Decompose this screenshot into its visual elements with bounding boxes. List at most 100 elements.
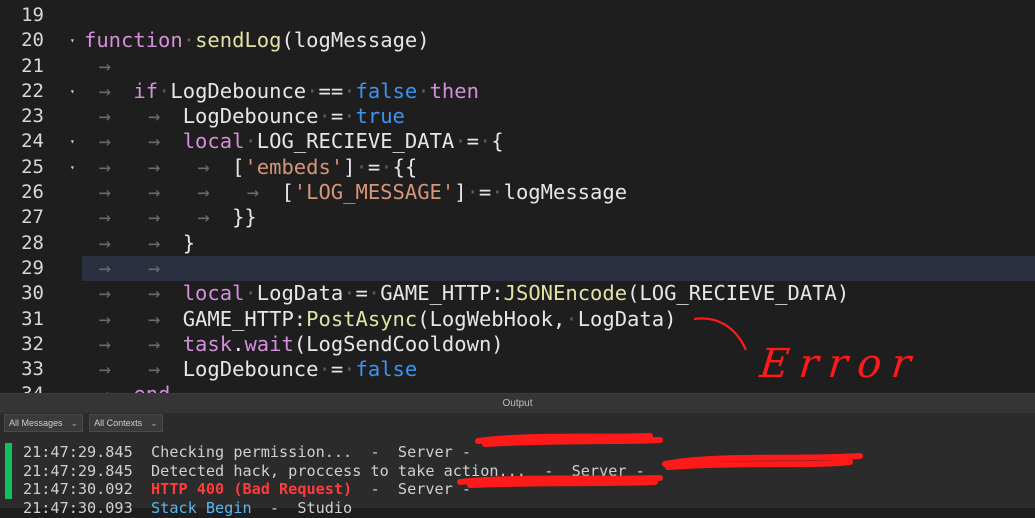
code-line[interactable]: 20 ▾ function·sendLog(logMessage) bbox=[0, 28, 1035, 53]
code-token: wait bbox=[244, 331, 294, 356]
code-lines[interactable]: 19 20 ▾ function·sendLog(logMessage) 21 → 22 ▾ →… bbox=[0, 3, 1035, 393]
code-text: → → LogDebounce·=·true bbox=[82, 104, 1035, 129]
code-token: } bbox=[182, 230, 196, 255]
code-token: sendLog bbox=[195, 28, 282, 53]
code-token: logMessage bbox=[503, 180, 628, 205]
tab-arrow-icon: → bbox=[148, 205, 161, 230]
code-token: local bbox=[182, 281, 245, 306]
whitespace-dot: · bbox=[318, 357, 331, 382]
code-token: = bbox=[466, 129, 479, 154]
whitespace-dot: · bbox=[478, 129, 492, 154]
fold-toggle-icon[interactable]: ▾ bbox=[70, 79, 75, 104]
code-line[interactable]: 28 → →} bbox=[0, 231, 1035, 256]
output-panel: Output All Messages ⌄ All Contexts ⌄ 21:47… bbox=[0, 393, 1035, 517]
line-number: 25 bbox=[21, 155, 44, 178]
tab-arrow-icon: → bbox=[98, 129, 112, 154]
fold-toggle-icon[interactable]: ▾ bbox=[70, 155, 75, 180]
code-line[interactable]: 34 →end bbox=[0, 382, 1035, 393]
tab-arrow-icon: → bbox=[197, 180, 210, 205]
code-token: ] bbox=[454, 180, 467, 205]
code-text: → → → → ['LOG_MESSAGE']·=·logMessage bbox=[82, 180, 1035, 205]
code-token: GAME_HTTP: bbox=[182, 306, 307, 331]
code-line[interactable]: 24 ▾ → → local·LOG_RECIEVE_DATA·=·{ bbox=[0, 129, 1035, 154]
code-token: }} bbox=[232, 205, 257, 230]
code-line[interactable]: 25 ▾ → → → ['embeds']·=·{{ bbox=[0, 155, 1035, 180]
code-token: 'LOG_MESSAGE' bbox=[293, 180, 455, 205]
tab-arrow-icon: → bbox=[148, 255, 161, 280]
code-text: function·sendLog(logMessage) bbox=[82, 28, 1035, 53]
whitespace-dot: · bbox=[454, 129, 467, 154]
code-token: if bbox=[133, 78, 159, 103]
code-token: = bbox=[330, 104, 344, 129]
tab-arrow-icon: → bbox=[148, 104, 161, 129]
code-token: (LOG_RECIEVE_DATA) bbox=[627, 281, 850, 306]
code-token: [ bbox=[232, 154, 245, 179]
line-number: 21 bbox=[21, 54, 44, 77]
code-line[interactable]: 32 → → task.wait(LogSendCooldown) bbox=[0, 332, 1035, 357]
code-editor[interactable]: 19 20 ▾ function·sendLog(logMessage) 21 → 22 ▾ →… bbox=[0, 0, 1035, 393]
code-token: [ bbox=[281, 180, 294, 205]
fold-toggle-icon[interactable]: ▾ bbox=[70, 28, 75, 53]
tab-arrow-icon: → bbox=[98, 78, 112, 103]
tab-arrow-icon: → bbox=[148, 154, 161, 179]
code-text: →end bbox=[82, 382, 1035, 393]
tab-arrow-icon: → bbox=[98, 205, 112, 230]
code-token: JSONEncode bbox=[503, 281, 628, 306]
code-token: PostAsync bbox=[306, 306, 418, 331]
tab-arrow-icon: → bbox=[98, 104, 112, 129]
tab-arrow-icon: → bbox=[148, 331, 161, 356]
line-number: 34 bbox=[0, 382, 44, 393]
code-line[interactable]: 23 → → LogDebounce·=·true bbox=[0, 104, 1035, 129]
code-text: → bbox=[82, 54, 1035, 79]
code-line[interactable]: 26 → → → → ['LOG_MESSAGE']·=·logMessage bbox=[0, 180, 1035, 205]
code-line[interactable]: 33 → → LogDebounce·=·false bbox=[0, 357, 1035, 382]
whitespace-dot: · bbox=[491, 180, 504, 205]
code-token: false bbox=[355, 357, 418, 382]
line-number: 19 bbox=[21, 4, 44, 26]
code-line[interactable]: 30 → → local·LogData·=·GAME_HTTP:JSONEncode… bbox=[0, 281, 1035, 306]
line-number: 32 bbox=[21, 332, 44, 355]
code-token: end bbox=[133, 382, 170, 393]
code-token: == bbox=[318, 78, 344, 103]
code-token: LogDebounce bbox=[182, 357, 319, 382]
tab-arrow-icon: → bbox=[98, 331, 112, 356]
code-token: (logMessage) bbox=[281, 28, 430, 53]
code-token: false bbox=[355, 78, 418, 103]
code-text: → → task.wait(LogSendCooldown) bbox=[82, 332, 1035, 357]
tab-arrow-icon: → bbox=[98, 154, 112, 179]
code-token: { bbox=[491, 129, 504, 154]
code-token: LogData bbox=[256, 281, 344, 306]
code-token: {{ bbox=[392, 154, 418, 179]
whitespace-dot: · bbox=[244, 281, 257, 306]
whitespace-dot: · bbox=[343, 104, 356, 129]
code-line[interactable]: 19 bbox=[0, 3, 1035, 28]
code-token: LogDebounce bbox=[170, 78, 307, 103]
code-token: ] bbox=[343, 154, 356, 179]
code-line[interactable]: 29 → → bbox=[0, 255, 1035, 282]
whitespace-dot: · bbox=[367, 281, 381, 306]
line-number: 29 bbox=[21, 256, 44, 279]
code-token: true bbox=[355, 104, 405, 129]
tab-arrow-icon: → bbox=[148, 180, 161, 205]
fold-toggle-icon[interactable]: ▾ bbox=[70, 129, 75, 154]
code-line[interactable]: 22 ▾ → if·LogDebounce·==·false·then bbox=[0, 79, 1035, 104]
line-number: 26 bbox=[21, 181, 44, 204]
code-token: = bbox=[355, 281, 368, 306]
code-token: LOG_RECIEVE_DATA bbox=[256, 129, 455, 154]
line-number: 27 bbox=[21, 206, 44, 229]
code-token: = bbox=[330, 357, 344, 382]
tab-arrow-icon: → bbox=[148, 129, 161, 154]
code-token: (LogSendCooldown) bbox=[293, 331, 504, 356]
code-token: = bbox=[478, 180, 492, 205]
code-text: → → local·LogData·=·GAME_HTTP:JSONEncode(L… bbox=[82, 281, 1035, 306]
whitespace-dot: · bbox=[318, 104, 331, 129]
line-number: 31 bbox=[21, 307, 44, 330]
line-number: 23 bbox=[21, 105, 44, 128]
code-token: LogDebounce bbox=[182, 104, 319, 129]
code-line[interactable]: 21 → bbox=[0, 54, 1035, 79]
code-token: LogData) bbox=[577, 306, 677, 331]
line-number: 28 bbox=[21, 231, 44, 254]
code-line[interactable]: 31 → → GAME_HTTP:PostAsync(LogWebHook,·LogD… bbox=[0, 307, 1035, 332]
code-text: → → → ['embeds']·=·{{ bbox=[82, 155, 1035, 180]
code-line[interactable]: 27 → → →}} bbox=[0, 205, 1035, 230]
